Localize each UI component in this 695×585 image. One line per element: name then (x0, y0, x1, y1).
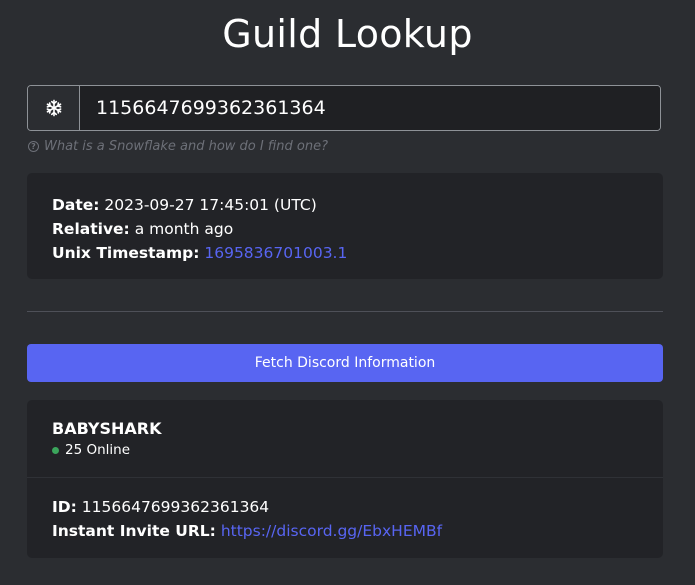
divider (27, 311, 663, 312)
date-row: Date: 2023-09-27 17:45:01 (UTC) (52, 193, 638, 217)
date-value: 2023-09-27 17:45:01 (UTC) (104, 196, 317, 214)
snowflake-icon-button[interactable] (28, 86, 80, 130)
relative-label: Relative: (52, 220, 130, 238)
snowflake-input[interactable] (80, 86, 660, 130)
unix-timestamp-link[interactable]: 1695836701003.1 (204, 244, 347, 262)
relative-value: a month ago (134, 220, 234, 238)
snowflake-search-box (27, 85, 661, 131)
fetch-discord-button[interactable]: Fetch Discord Information (27, 344, 663, 382)
guild-card: BABYSHARK 25 Online ID: 1156647699362361… (27, 400, 663, 558)
guild-id-value: 1156647699362361364 (81, 498, 270, 516)
unix-label: Unix Timestamp: (52, 244, 200, 262)
invite-row: Instant Invite URL: https://discord.gg/E… (52, 519, 638, 543)
online-count: 25 Online (65, 442, 131, 458)
invite-label: Instant Invite URL: (52, 522, 216, 540)
guild-header: BABYSHARK 25 Online (27, 400, 663, 478)
date-label: Date: (52, 196, 100, 214)
guild-details: ID: 1156647699362361364 Instant Invite U… (27, 478, 663, 543)
snowflake-help-link[interactable]: ? What is a Snowflake and how do I find … (28, 139, 328, 154)
help-text: What is a Snowflake and how do I find on… (44, 139, 328, 154)
guild-id-label: ID: (52, 498, 77, 516)
online-status: 25 Online (52, 442, 638, 458)
unix-row: Unix Timestamp: 1695836701003.1 (52, 241, 638, 265)
guild-id-row: ID: 1156647699362361364 (52, 495, 638, 519)
page: Guild Lookup ? What is a Snowflake (0, 0, 695, 585)
timestamp-card: Date: 2023-09-27 17:45:01 (UTC) Relative… (27, 173, 663, 279)
question-circle-icon: ? (28, 141, 39, 152)
page-title: Guild Lookup (222, 12, 473, 56)
online-dot-icon (52, 446, 59, 454)
relative-row: Relative: a month ago (52, 217, 638, 241)
snowflake-icon (46, 99, 61, 117)
guild-name: BABYSHARK (52, 419, 162, 438)
invite-link[interactable]: https://discord.gg/EbxHEMBf (221, 522, 442, 540)
